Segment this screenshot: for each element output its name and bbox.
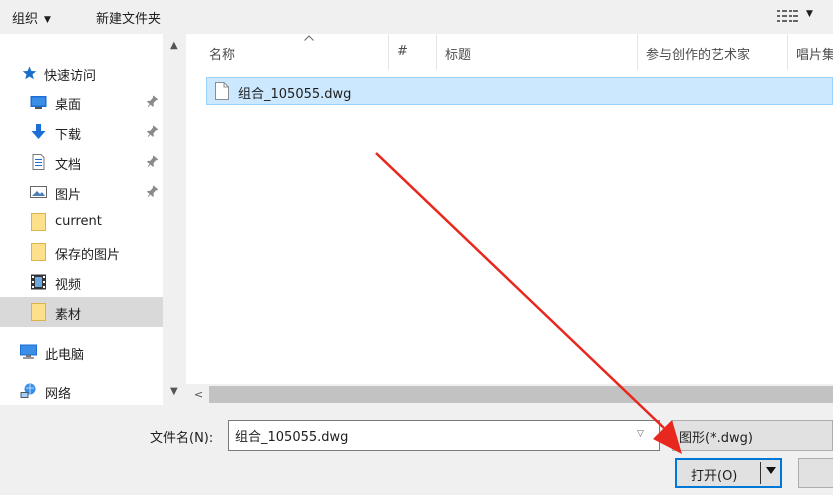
open-button[interactable]: 打开(O) [675,458,782,488]
navigation-pane: 快速访问 桌面 下载 文档 图片 current 保存的图片 视频 素材 此电脑… [0,34,163,405]
file-icon [215,82,229,100]
nav-item-documents[interactable]: 文档 [0,148,163,176]
folder-icon [31,213,46,231]
filename-history-dropdown-icon[interactable]: ▽ [637,429,644,439]
pictures-icon [30,186,47,198]
nav-this-pc[interactable]: 此电脑 [0,338,163,366]
file-name: 组合_105055.dwg [238,87,352,102]
document-icon [32,154,45,170]
nav-item-downloads[interactable]: 下载 [0,118,163,146]
file-type-select[interactable]: 图形(*.dwg) [672,420,833,451]
organize-label: 组织 [12,12,39,27]
nav-scrollbar[interactable]: ▲ ▼ [163,34,186,405]
filename-label: 文件名(N): [150,431,214,446]
nav-item-label: 素材 [55,308,82,323]
toolbar: 组织 ▼ 新建文件夹 ▼ [0,0,833,34]
dialog-footer: 文件名(N): ▽ 图形(*.dwg) 打开(O) [0,405,833,495]
pin-icon[interactable] [146,185,158,199]
nav-item-label: 保存的图片 [55,248,121,263]
scrollbar-thumb[interactable] [209,386,833,403]
nav-quick-access-label: 快速访问 [44,69,97,84]
nav-item-label: 文档 [55,158,82,173]
view-options-icon[interactable] [776,8,798,24]
pin-icon[interactable] [146,95,158,109]
view-dropdown-icon[interactable]: ▼ [806,9,813,19]
nav-item-label: 视频 [55,278,82,293]
nav-item-saved-pictures[interactable]: 保存的图片 [0,238,163,266]
video-icon [31,274,46,290]
open-button-label: 打开(O) [691,469,738,484]
column-header-number[interactable]: # [388,34,436,70]
star-icon [22,66,37,80]
column-header-label: 参与创作的艺术家 [646,48,751,63]
scroll-left-icon[interactable]: < [194,388,203,401]
download-icon [31,124,46,139]
open-options-dropdown-icon[interactable] [765,466,777,476]
scroll-up-icon[interactable]: ▲ [170,40,178,51]
nav-item-videos[interactable]: 视频 [0,268,163,296]
column-header-title[interactable]: 标题 [436,34,637,70]
nav-network-label: 网络 [45,387,72,402]
nav-item-desktop[interactable]: 桌面 [0,88,163,116]
nav-item-label: 桌面 [55,98,82,113]
column-header-label: 标题 [445,48,472,63]
caret-down-icon: ▼ [44,15,51,25]
nav-this-pc-label: 此电脑 [45,348,85,363]
organize-menu-button[interactable]: 组织 ▼ [12,8,51,27]
nav-item-label: current [55,214,102,229]
cancel-button[interactable] [798,458,833,488]
horizontal-scrollbar[interactable]: < [186,384,833,405]
pin-icon[interactable] [146,155,158,169]
split-divider [760,462,761,484]
column-header-album[interactable]: 唱片集 [787,34,833,70]
scroll-down-icon[interactable]: ▼ [170,386,178,397]
nav-network[interactable]: 网络 [0,377,163,405]
nav-quick-access[interactable]: 快速访问 [0,58,163,86]
computer-icon [20,344,37,359]
nav-item-pictures[interactable]: 图片 [0,178,163,206]
nav-item-current[interactable]: current [0,208,163,236]
new-folder-button[interactable]: 新建文件夹 [96,8,161,27]
network-icon [20,383,36,398]
pin-icon[interactable] [146,125,158,139]
column-header-label: 唱片集 [796,48,833,63]
column-header-label: # [397,44,408,59]
column-header-artists[interactable]: 参与创作的艺术家 [637,34,787,70]
nav-item-label: 下载 [55,128,82,143]
sort-ascending-icon [304,35,314,41]
nav-item-label: 图片 [55,188,82,203]
column-header-label: 名称 [209,48,236,63]
folder-icon [31,243,46,261]
file-row-selected[interactable]: 组合_105055.dwg [206,77,833,105]
nav-item-sucai[interactable]: 素材 [0,297,163,327]
column-header-name[interactable]: 名称 [200,34,388,70]
file-list-pane: 名称 # 标题 参与创作的艺术家 唱片集 组合_105055.dwg [186,34,833,405]
folder-icon [31,303,46,321]
filename-input[interactable] [228,420,660,451]
desktop-icon [30,96,47,109]
